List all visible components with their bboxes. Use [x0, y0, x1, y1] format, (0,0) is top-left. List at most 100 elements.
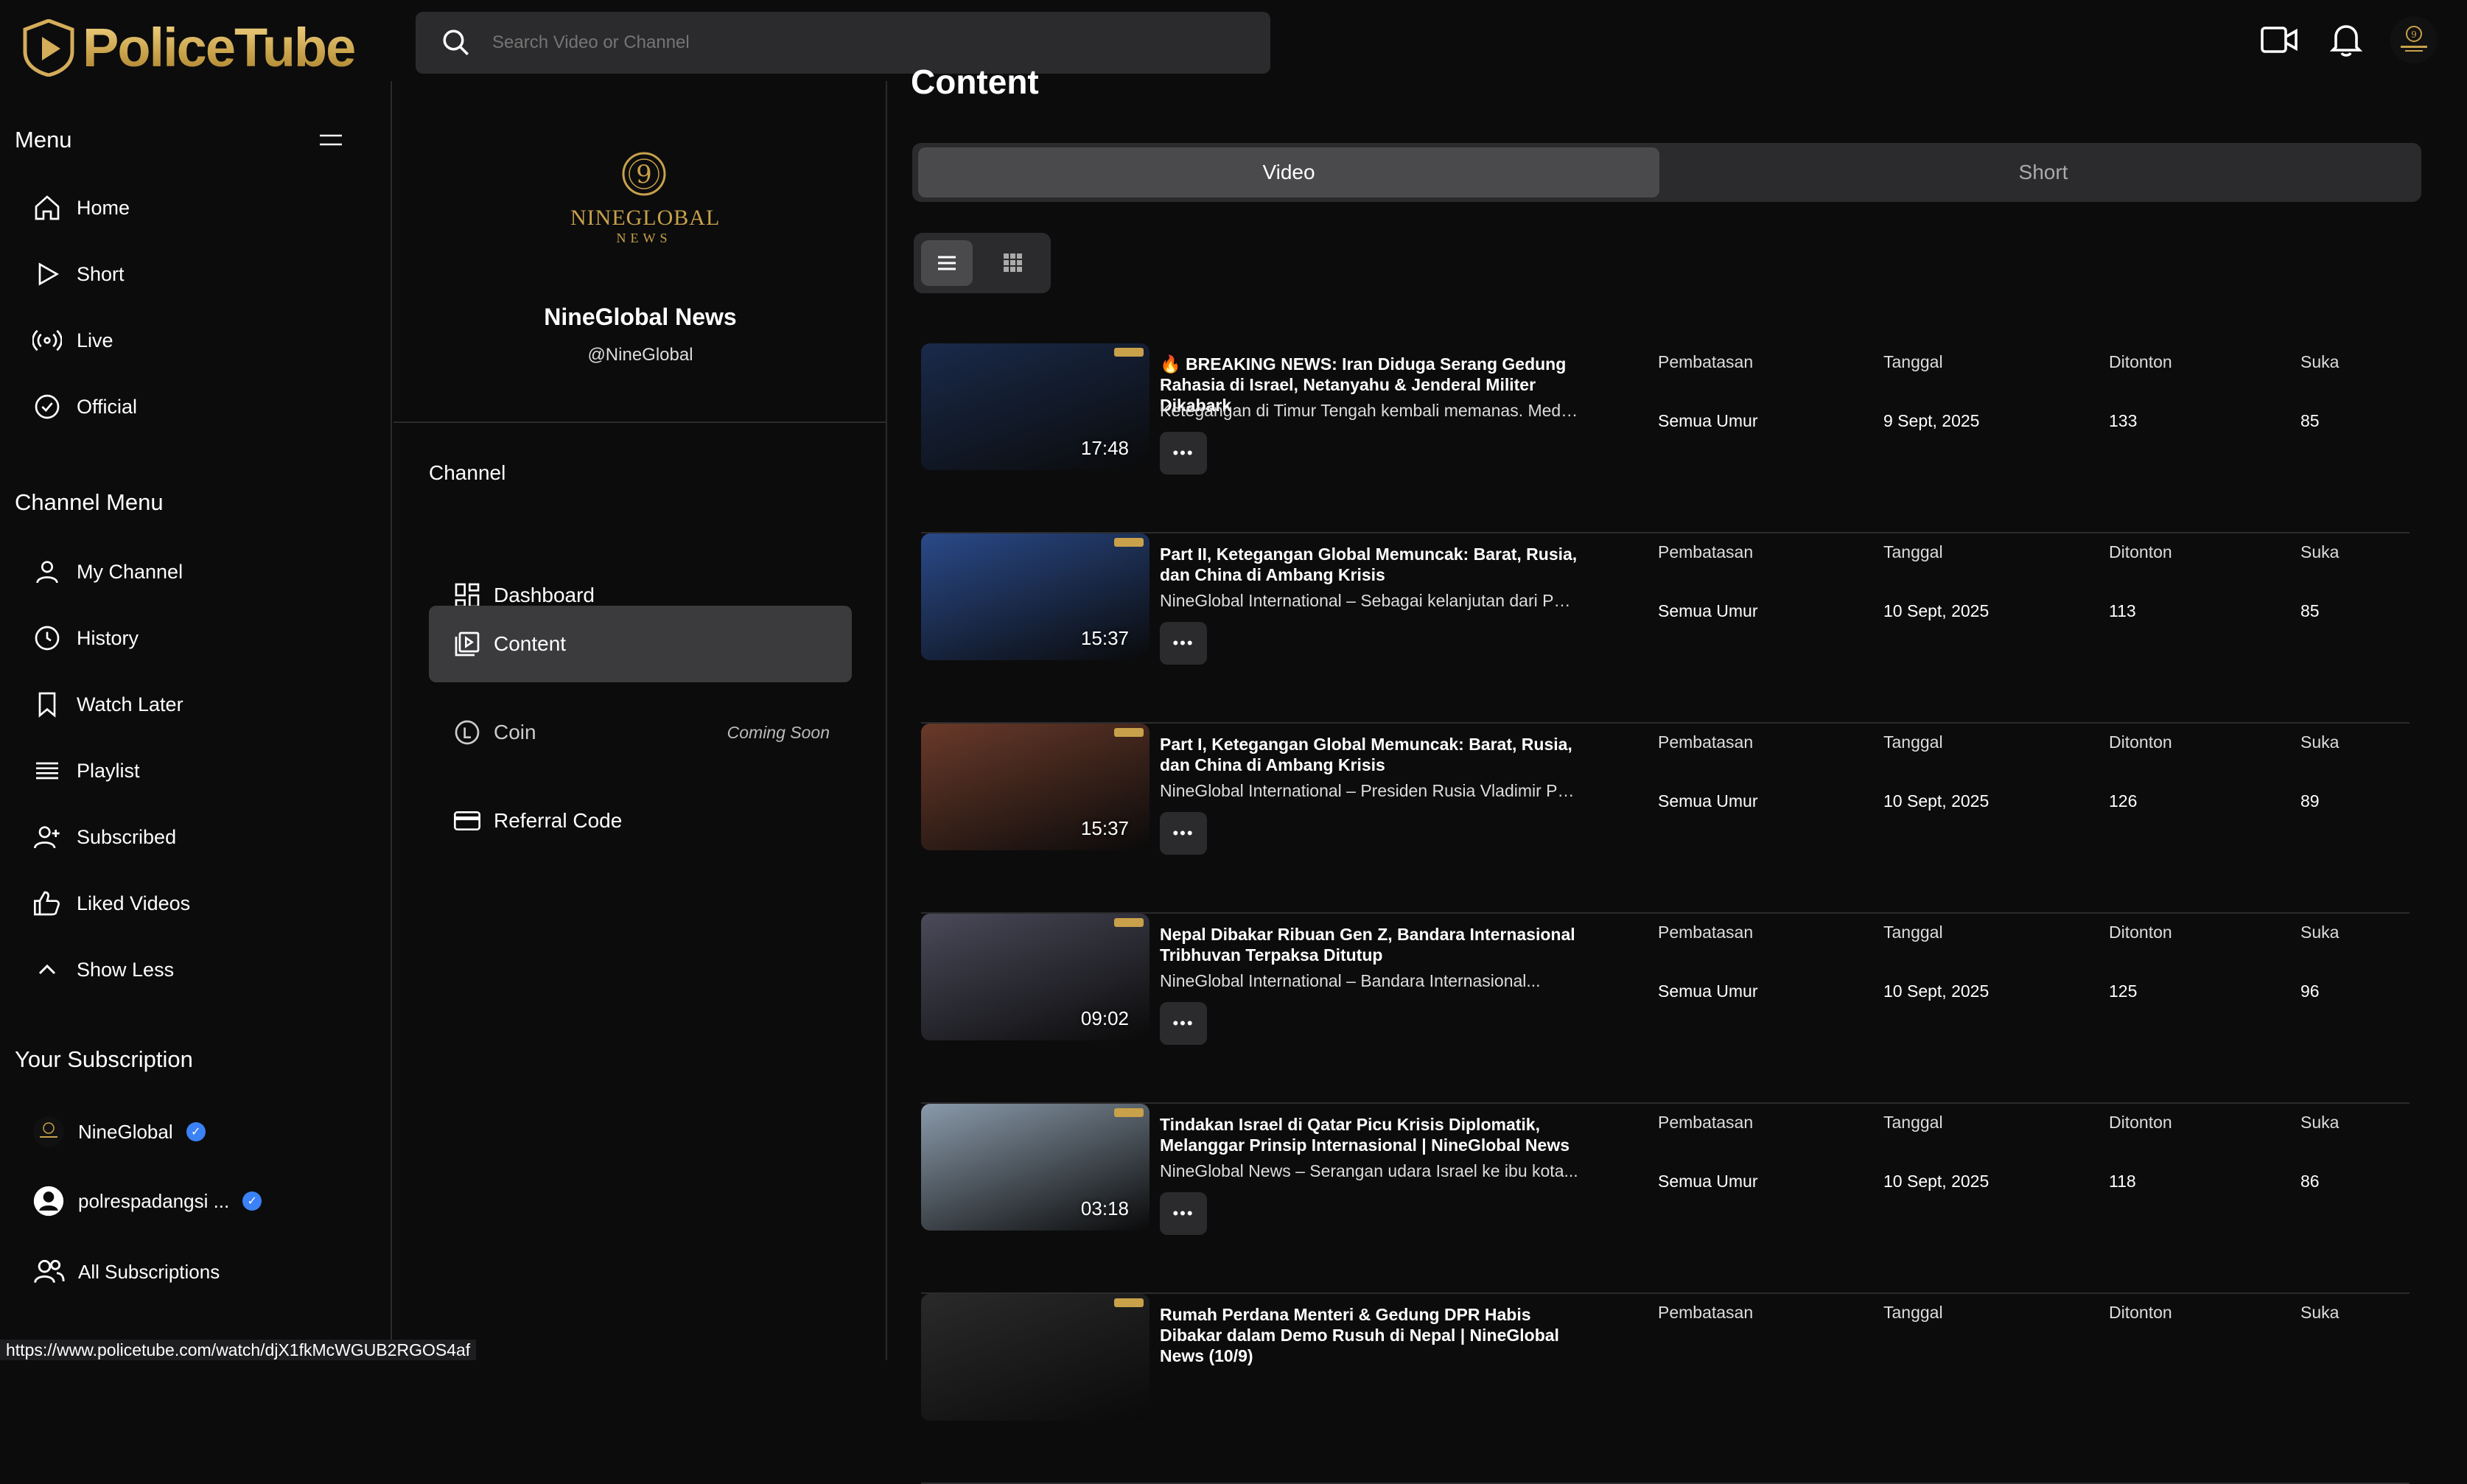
restriction-column: Pembatasan Semua Umur — [1658, 1113, 1757, 1191]
sidebar-item-short[interactable]: Short — [32, 259, 125, 289]
column-header: Pembatasan — [1658, 1303, 1754, 1322]
video-thumbnail[interactable]: 03:18 — [921, 1104, 1149, 1231]
more-options-button[interactable]: ••• — [1160, 622, 1207, 665]
menu-toggle-icon[interactable] — [318, 131, 343, 149]
column-header: Tanggal — [1883, 352, 1943, 371]
video-title[interactable]: Tindakan Israel di Qatar Picu Krisis Dip… — [1160, 1114, 1580, 1155]
main-content: Content Video Short 17:48 🔥 BREAKING NEW… — [889, 63, 2467, 1484]
sidebar: Menu Home Short Live Official Channel Me… — [0, 81, 392, 1360]
channel-item-label: Coin — [494, 721, 536, 743]
more-options-button[interactable]: ••• — [1160, 1002, 1207, 1045]
channel-item-content[interactable]: Content — [429, 606, 852, 682]
date-column: Tanggal 10 Sept, 2025 — [1883, 542, 1989, 620]
table-row[interactable]: 09:02 Nepal Dibakar Ribuan Gen Z, Bandar… — [921, 914, 2410, 1104]
column-header: Ditonton — [2109, 732, 2172, 752]
tab-video[interactable]: Video — [918, 147, 1659, 197]
views-column: Ditonton — [2109, 1303, 2172, 1323]
search-icon — [443, 29, 469, 55]
channel-item-label: Referral Code — [494, 809, 623, 832]
video-title[interactable]: Part I, Ketegangan Global Memuncak: Bara… — [1160, 734, 1580, 775]
channel-handle: @NineGlobal — [587, 345, 693, 365]
restriction-column: Pembatasan Semua Umur — [1658, 923, 1757, 1001]
likes-column: Suka 96 — [2300, 923, 2340, 1001]
channel-item-coin[interactable]: Coin Coming Soon — [429, 694, 852, 771]
video-description: Ketegangan di Timur Tengah kembali meman… — [1160, 401, 1580, 420]
column-header: Suka — [2300, 732, 2340, 752]
restriction-column: Pembatasan Semua Umur — [1658, 542, 1757, 620]
more-options-button[interactable]: ••• — [1160, 1192, 1207, 1235]
grid-view-button[interactable] — [987, 240, 1039, 286]
table-row[interactable]: 15:37 Part II, Ketegangan Global Memunca… — [921, 533, 2410, 724]
likes-column: Suka — [2300, 1303, 2339, 1323]
table-row[interactable]: 17:48 🔥 BREAKING NEWS: Iran Diduga Seran… — [921, 343, 2410, 533]
playlist-icon — [36, 762, 58, 780]
likes-column: Suka 85 — [2300, 352, 2339, 430]
sidebar-item-my-channel[interactable]: My Channel — [32, 557, 183, 587]
column-header: Tanggal — [1883, 923, 1943, 942]
all-subscriptions-link[interactable]: All Subscriptions — [32, 1256, 220, 1288]
search-bar[interactable] — [416, 12, 1270, 74]
thumbnail-badge — [1114, 728, 1144, 737]
subscription-item[interactable]: NineGlobal ✓ — [32, 1116, 206, 1148]
restriction-value: Semua Umur — [1658, 601, 1758, 620]
column-header: Suka — [2300, 923, 2340, 942]
video-duration: 15:37 — [1080, 817, 1129, 839]
upload-video-icon[interactable] — [2258, 18, 2302, 62]
sidebar-item-playlist[interactable]: Playlist — [32, 756, 140, 785]
video-thumbnail[interactable]: 15:37 — [921, 724, 1149, 850]
video-duration: 03:18 — [1080, 1197, 1129, 1219]
user-avatar[interactable]: 9 — [2390, 16, 2438, 63]
video-thumbnail[interactable]: 15:37 — [921, 533, 1149, 660]
view-toggle — [914, 233, 1051, 293]
date-value: 10 Sept, 2025 — [1883, 791, 1990, 811]
more-options-button[interactable]: ••• — [1160, 812, 1207, 855]
sidebar-item-watch-later[interactable]: Watch Later — [32, 690, 183, 719]
likes-column: Suka 86 — [2300, 1113, 2339, 1191]
table-row[interactable]: 15:37 Part I, Ketegangan Global Memuncak… — [921, 724, 2410, 914]
search-input[interactable] — [492, 32, 1155, 53]
coming-soon-badge: Coming Soon — [727, 722, 830, 742]
table-row[interactable]: 03:18 Tindakan Israel di Qatar Picu Kris… — [921, 1104, 2410, 1294]
column-header: Ditonton — [2109, 542, 2172, 561]
sidebar-item-label: Show Less — [77, 958, 175, 981]
user-plus-icon — [34, 826, 60, 849]
video-title[interactable]: Rumah Perdana Menteri & Gedung DPR Habis… — [1160, 1304, 1580, 1366]
video-title[interactable]: Part II, Ketegangan Global Memuncak: Bar… — [1160, 544, 1580, 585]
date-value: 9 Sept, 2025 — [1883, 411, 1980, 430]
sidebar-item-home[interactable]: Home — [32, 193, 130, 223]
sidebar-item-official[interactable]: Official — [32, 392, 137, 421]
likes-value: 89 — [2300, 791, 2320, 811]
sidebar-item-show-less[interactable]: Show Less — [32, 955, 174, 984]
sidebar-item-label: My Channel — [77, 560, 183, 583]
sidebar-item-history[interactable]: History — [32, 623, 139, 653]
subscription-item[interactable]: polrespadangsi ... ✓ — [32, 1185, 262, 1217]
table-row[interactable]: Rumah Perdana Menteri & Gedung DPR Habis… — [921, 1294, 2410, 1484]
tab-short[interactable]: Short — [1673, 147, 2414, 197]
notification-bell-icon[interactable] — [2324, 18, 2368, 62]
video-thumbnail[interactable]: 17:48 — [921, 343, 1149, 470]
video-thumbnail[interactable] — [921, 1294, 1149, 1421]
date-column: Tanggal 10 Sept, 2025 — [1883, 1113, 1989, 1191]
more-options-button[interactable]: ••• — [1160, 432, 1207, 475]
column-header: Ditonton — [2109, 1303, 2172, 1322]
sidebar-item-label: Liked Videos — [77, 892, 191, 914]
date-column: Tanggal 9 Sept, 2025 — [1883, 352, 1979, 430]
video-title[interactable]: Nepal Dibakar Ribuan Gen Z, Bandara Inte… — [1160, 924, 1580, 965]
column-header: Ditonton — [2109, 923, 2172, 942]
thumbs-up-icon — [34, 891, 60, 916]
restriction-column: Pembatasan Semua Umur — [1658, 732, 1757, 811]
sidebar-item-liked-videos[interactable]: Liked Videos — [32, 889, 190, 918]
likes-column: Suka 89 — [2300, 732, 2340, 811]
list-view-button[interactable] — [921, 240, 973, 286]
likes-column: Suka 85 — [2300, 542, 2339, 620]
sidebar-item-label: Home — [77, 196, 130, 219]
user-icon — [36, 561, 58, 584]
top-actions: 9 — [2258, 16, 2438, 63]
sidebar-item-subscribed[interactable]: Subscribed — [32, 822, 176, 852]
app-logo[interactable]: PoliceTube — [22, 16, 356, 79]
thumbnail-badge — [1114, 538, 1144, 547]
channel-item-referral-code[interactable]: Referral Code — [429, 783, 852, 859]
sidebar-item-live[interactable]: Live — [32, 326, 113, 355]
video-thumbnail[interactable]: 09:02 — [921, 914, 1149, 1040]
sidebar-item-label: Official — [77, 395, 138, 418]
